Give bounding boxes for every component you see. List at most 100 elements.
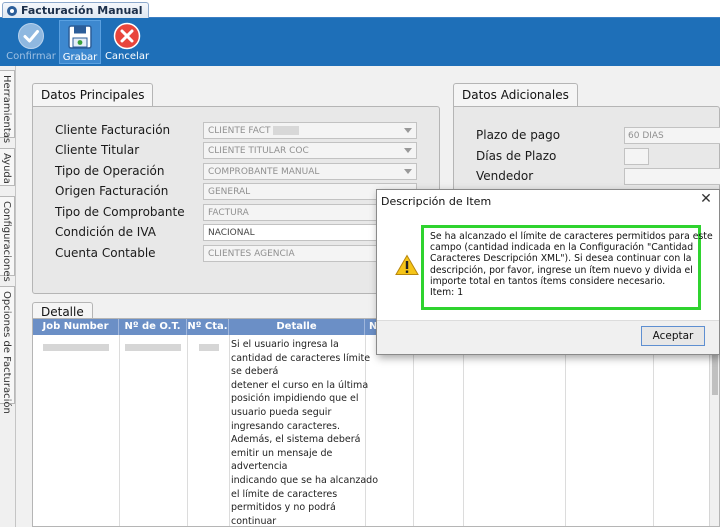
detalle-line: emitir un mensaje de (231, 447, 333, 459)
column-divider (463, 335, 464, 526)
field-cuenta-contable: Cuenta Contable CLIENTES AGENCIA (33, 245, 417, 263)
adicionales-title: Datos Adicionales (462, 88, 569, 102)
dialog-footer: Aceptar (377, 320, 719, 354)
side-tab-label: Herramientas (1, 75, 12, 144)
field-label: Tipo de Operación (55, 164, 165, 178)
dialog-title-bar: Descripción de Item ✕ (377, 190, 719, 212)
app-icon (7, 6, 17, 16)
column-header-cta[interactable]: Nº Cta. (187, 319, 229, 335)
detalle-line: permitidos y no podrá (231, 502, 336, 514)
detalle-line: indicando que se ha alcanzado (231, 474, 379, 486)
detalle-line: advertencia (231, 461, 288, 473)
side-tab-herramientas[interactable]: Herramientas (0, 70, 15, 143)
detalle-line: se deberá (231, 366, 279, 378)
detalle-line: Si el usuario ingresa la (231, 339, 339, 350)
accept-button[interactable]: Aceptar (641, 326, 705, 346)
redacted-cta (199, 344, 219, 351)
close-icon[interactable]: ✕ (699, 192, 713, 207)
detalle-cell[interactable]: Si el usuario ingresa la cantidad de car… (231, 338, 379, 527)
column-header-label: Detalle (276, 321, 317, 332)
field-value: NACIONAL (208, 228, 255, 238)
field-origen-facturacion: Origen Facturación GENERAL (33, 183, 417, 201)
vendedor-label: Vendedor (476, 169, 534, 183)
column-divider (413, 335, 414, 526)
side-tab-ayuda[interactable]: Ayuda (0, 148, 15, 186)
cancel-icon (113, 22, 141, 50)
tipo-operacion-select[interactable]: COMPROBANTE MANUAL (203, 163, 417, 180)
side-tab-opciones-facturacion[interactable]: Opciones de Facturación (0, 286, 15, 414)
column-divider (229, 335, 230, 526)
detalle-title: Detalle (41, 305, 84, 319)
plazo-pago-value: 60 DIAS (628, 131, 664, 141)
column-divider (565, 335, 566, 526)
document-tab[interactable]: Facturación Manual (2, 2, 150, 19)
adicionales-tab[interactable]: Datos Adicionales (453, 83, 578, 107)
redacted (273, 126, 300, 135)
plazo-pago-label: Plazo de pago (476, 128, 561, 142)
column-divider (653, 335, 654, 526)
message-line: Item: 1 (430, 287, 464, 299)
side-tab-label: Opciones de Facturación (1, 291, 12, 414)
field-tipo-operacion: Tipo de Operación COMPROBANTE MANUAL (33, 163, 417, 181)
column-header-job-number[interactable]: Job Number (33, 319, 119, 335)
confirm-label: Confirmar (6, 51, 56, 62)
document-tab-strip: Facturación Manual (0, 0, 720, 19)
column-divider (119, 335, 120, 526)
detalle-line: ingresando caracteres. (231, 420, 340, 432)
cliente-facturacion-select[interactable]: CLIENTE FACT (203, 122, 417, 139)
save-label: Grabar (62, 52, 98, 63)
field-value: CLIENTES AGENCIA (208, 249, 295, 259)
message-line: Caracteres Descripción XML"). Si desea c… (430, 253, 692, 265)
detalle-line: posición impidiendo que el (231, 393, 359, 405)
detalle-line: continuar (231, 515, 277, 527)
field-label: Condición de IVA (55, 225, 156, 239)
message-line: Se ha alcanzado el límite de caracteres … (430, 231, 713, 242)
vendedor-input[interactable] (624, 168, 720, 185)
redacted-job-number (43, 344, 109, 351)
detalle-line: Además, el sistema deberá (231, 434, 361, 446)
principal-tab[interactable]: Datos Principales (32, 83, 154, 107)
cancel-button[interactable]: Cancelar (104, 20, 150, 64)
dias-plazo-input[interactable] (624, 148, 649, 165)
side-tab-label: Configuraciones (1, 201, 12, 282)
field-value: FACTURA (208, 208, 249, 218)
confirm-button[interactable]: Confirmar (6, 20, 56, 64)
message-line: importe total en tantos ítems considere … (430, 275, 666, 287)
redacted-ot (125, 344, 181, 351)
detalle-line: detener el curso en la última (231, 379, 369, 391)
chevron-down-icon (404, 148, 412, 153)
dialog-message: Se ha alcanzado el límite de caracteres … (430, 231, 713, 299)
dias-plazo-label: Días de Plazo (476, 149, 557, 163)
detalle-line: cantidad de caracteres límite (231, 352, 371, 364)
checkmark-icon (18, 23, 44, 49)
chevron-down-icon (404, 128, 412, 133)
save-button[interactable]: Grabar (59, 20, 101, 64)
side-panel-tabs: Herramientas Ayuda Configuraciones Opcio… (0, 66, 16, 527)
field-label: Cliente Facturación (55, 123, 171, 137)
field-label: Cliente Titular (55, 143, 140, 157)
side-tab-label: Ayuda (1, 153, 12, 184)
column-header-label: Nº de O.T. (124, 321, 181, 332)
message-line: campo (cantidad indicada en la Configura… (430, 242, 694, 254)
column-header-ot[interactable]: Nº de O.T. (119, 319, 187, 335)
chevron-down-icon (404, 169, 412, 174)
field-tipo-comprobante: Tipo de Comprobante FACTURA (33, 204, 417, 222)
field-cliente-facturacion: Cliente Facturación CLIENTE FACT (33, 122, 417, 140)
warning-icon (395, 254, 419, 275)
scrollbar-thumb[interactable] (712, 355, 718, 395)
detalle-line: el límite de caracteres (231, 488, 338, 500)
plazo-pago-select[interactable]: 60 DIAS (624, 127, 720, 144)
descripcion-item-dialog: Descripción de Item ✕ Se ha alcanzado el… (376, 189, 720, 355)
toolbar: Confirmar Grabar Cancelar (0, 18, 720, 66)
column-header-label: Nº Cta. (187, 321, 228, 332)
field-label: Tipo de Comprobante (55, 205, 185, 219)
dialog-body: Se ha alcanzado el límite de caracteres … (377, 212, 719, 320)
field-label: Cuenta Contable (55, 246, 156, 260)
side-tab-configuraciones[interactable]: Configuraciones (0, 196, 15, 282)
column-divider (187, 335, 188, 526)
column-header-detalle[interactable]: Detalle (229, 319, 365, 335)
table-scrollbar[interactable] (709, 335, 719, 526)
dialog-title: Descripción de Item (381, 195, 492, 208)
message-line: descripción, por favor, ingrese un ítem … (430, 264, 693, 276)
cliente-titular-select[interactable]: CLIENTE TITULAR COC (203, 142, 417, 159)
